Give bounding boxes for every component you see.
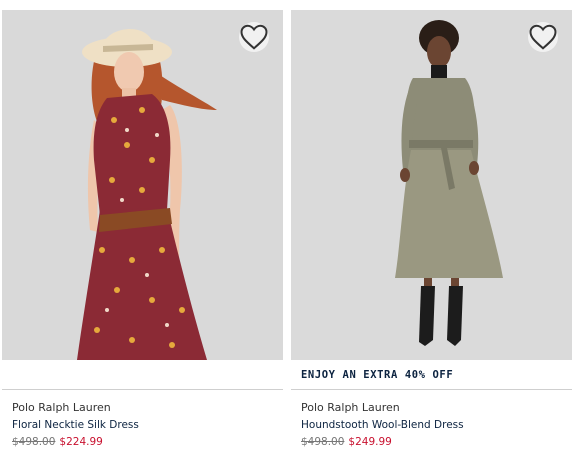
floral-dress-photo xyxy=(2,10,283,360)
original-price: $498.00 xyxy=(12,436,56,448)
product-brand: Polo Ralph Lauren xyxy=(301,401,400,414)
wishlist-button[interactable] xyxy=(239,22,269,52)
heart-outline-icon xyxy=(240,24,268,50)
promo-row: ENJOY AN EXTRA 40% OFF xyxy=(291,360,572,390)
product-card[interactable]: ENJOY AN EXTRA 40% OFF Polo Ralph Lauren… xyxy=(291,0,572,458)
product-name-link[interactable]: Floral Necktie Silk Dress xyxy=(12,419,139,431)
sale-price: $224.99 xyxy=(59,436,103,448)
product-image[interactable] xyxy=(291,10,572,360)
sale-price: $249.99 xyxy=(348,436,392,448)
price-row: $498.00 $224.99 xyxy=(12,436,103,448)
original-price: $498.00 xyxy=(301,436,345,448)
product-brand: Polo Ralph Lauren xyxy=(12,401,111,414)
wishlist-button[interactable] xyxy=(528,22,558,52)
heart-outline-icon xyxy=(529,24,557,50)
houndstooth-dress-photo xyxy=(291,10,572,360)
promo-text: ENJOY AN EXTRA 40% OFF xyxy=(301,369,454,381)
product-grid: Polo Ralph Lauren Floral Necktie Silk Dr… xyxy=(0,0,581,458)
product-name-link[interactable]: Houndstooth Wool-Blend Dress xyxy=(301,419,464,431)
product-card[interactable]: Polo Ralph Lauren Floral Necktie Silk Dr… xyxy=(2,0,283,458)
product-image[interactable] xyxy=(2,10,283,360)
price-row: $498.00 $249.99 xyxy=(301,436,392,448)
promo-row xyxy=(2,360,283,390)
